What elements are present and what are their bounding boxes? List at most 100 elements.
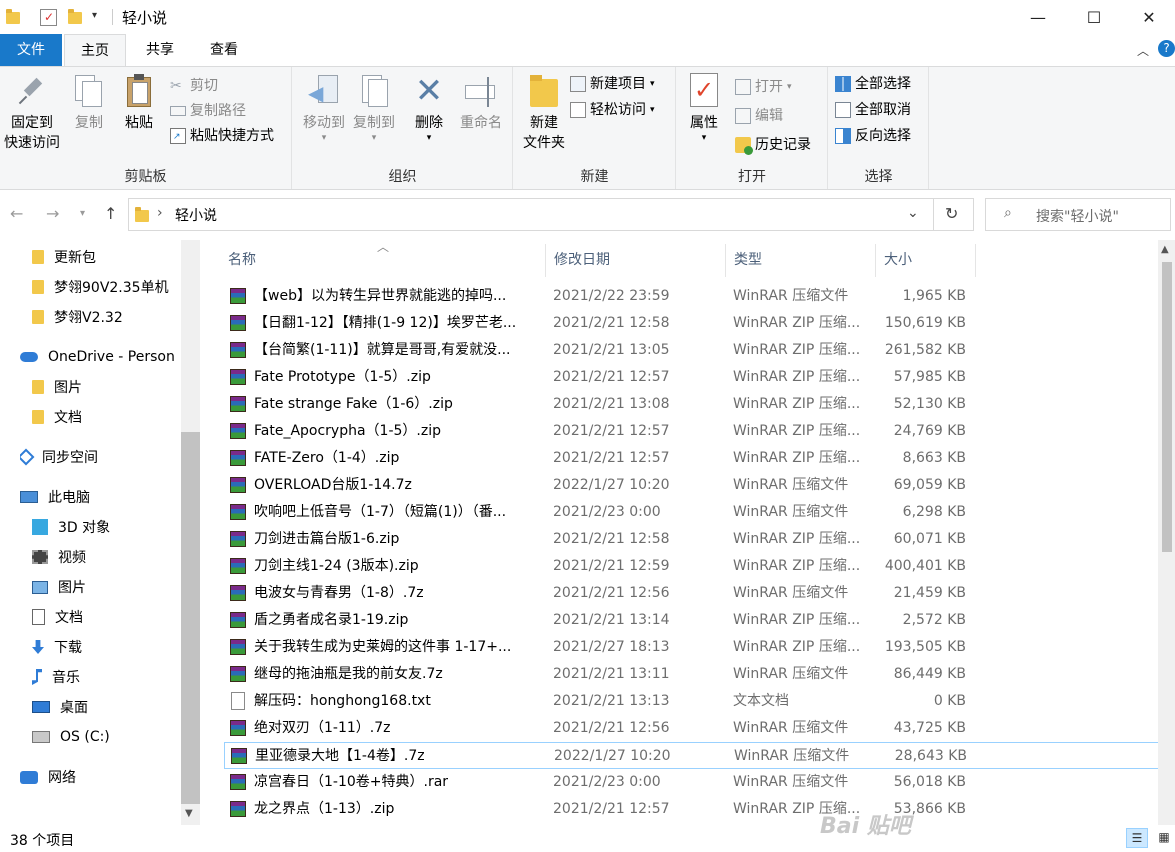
breadcrumb[interactable]: 轻小说: [175, 205, 217, 225]
nav-item[interactable]: 同步空间: [20, 442, 200, 472]
cut-button[interactable]: ✂ 剪切: [170, 74, 218, 98]
back-arrow-icon[interactable]: ←: [10, 204, 23, 223]
file-list-scroll-up-icon[interactable]: ▲: [1161, 244, 1169, 255]
item-count: 38 个项目: [10, 833, 75, 849]
recent-locations-chevron-icon[interactable]: ▾: [80, 208, 85, 219]
nav-item[interactable]: OneDrive - Person: [20, 342, 200, 372]
nav-scroll-down-icon[interactable]: ▼: [185, 808, 193, 819]
file-size: 43,725 KB: [893, 720, 966, 736]
search-input[interactable]: 搜索"轻小说": [1036, 206, 1119, 226]
select-none-icon: [835, 102, 851, 118]
file-row[interactable]: Fate Prototype（1-5）.zip 2021/2/21 12:57 Wi…: [224, 364, 1171, 391]
file-row[interactable]: 刀剑进击篇台版1-6.zip 2021/2/21 12:58 WinRAR ZIP …: [224, 526, 1171, 553]
copy-to-chevron-icon: ▾: [371, 133, 377, 143]
file-type: WinRAR ZIP 压缩...: [733, 450, 861, 466]
address-box[interactable]: › 轻小说 ⌄ ↻: [128, 198, 974, 231]
file-row[interactable]: Fate_Apocrypha（1-5）.zip 2021/2/21 12:57 Wi…: [224, 418, 1171, 445]
easy-access-button[interactable]: 轻松访问 ▾: [570, 98, 655, 122]
file-date: 2021/2/21 12:56: [553, 585, 670, 601]
column-header-type[interactable]: 类型: [726, 244, 876, 277]
file-row[interactable]: 凉宫春日（1-10卷+特典）.rar 2021/2/23 0:00 WinRAR 压…: [224, 769, 1171, 796]
nav-item-label: 文档: [55, 610, 83, 626]
file-name: 盾之勇者成名录1-19.zip: [254, 612, 409, 628]
file-row[interactable]: 吹响吧上低音号（1-7）（短篇(1)）（番... 2021/2/23 0:00 Wi…: [224, 499, 1171, 526]
rename-button[interactable]: 重命名: [453, 73, 509, 133]
forward-arrow-icon[interactable]: →: [46, 204, 59, 223]
history-button[interactable]: 历史记录: [735, 133, 811, 157]
tab-home[interactable]: 主页: [64, 34, 126, 67]
up-arrow-icon[interactable]: ↑: [104, 204, 117, 223]
move-to-button[interactable]: ◀ 移动到 ▾: [297, 73, 351, 143]
edit-button[interactable]: 编辑: [735, 104, 783, 128]
open-icon: [735, 79, 751, 95]
file-date: 2021/2/21 12:57: [553, 423, 670, 439]
nav-item[interactable]: 网络: [20, 762, 200, 792]
file-row[interactable]: 刀剑主线1-24 (3版本).zip 2021/2/21 12:59 WinRAR …: [224, 553, 1171, 580]
folder-icon: [32, 280, 44, 294]
search-box[interactable]: ⌕ 搜索"轻小说": [985, 198, 1171, 231]
select-none-button[interactable]: 全部取消: [835, 98, 911, 122]
file-row[interactable]: 龙之界点（1-13）.zip 2021/2/21 12:57 WinRAR ZIP …: [224, 796, 1171, 823]
nav-item-label: 音乐: [52, 670, 80, 686]
open-chevron-icon: ▾: [787, 82, 792, 92]
open-button[interactable]: 打开 ▾: [735, 75, 792, 99]
properties-button[interactable]: ✓ 属性 ▾: [679, 73, 729, 143]
new-folder-button[interactable]: 新建 文件夹: [518, 73, 570, 153]
address-dropdown-chevron-icon[interactable]: ⌄: [907, 205, 919, 221]
new-folder-quick-icon[interactable]: [68, 9, 82, 24]
properties-quick-icon[interactable]: ✓: [40, 9, 57, 26]
file-row[interactable]: Fate strange Fake（1-6）.zip 2021/2/21 13:0…: [224, 391, 1171, 418]
file-size: 57,985 KB: [893, 369, 966, 385]
file-row[interactable]: 里亚德录大地【1-4卷】.7z 2022/1/27 10:20 WinRAR 压缩文…: [224, 742, 1171, 769]
winrar-archive-icon: [230, 504, 246, 520]
invert-selection-label: 反向选择: [855, 128, 911, 144]
tab-view[interactable]: 查看: [194, 34, 254, 66]
invert-selection-button[interactable]: 反向选择: [835, 124, 911, 148]
clipboard-group: 固定到 快速访问 复制 粘贴 ✂ 剪切 复制路径 ↗ 粘贴快捷方式 剪贴板: [0, 67, 292, 189]
document-icon: [32, 609, 45, 625]
customize-toolbar-chevron-icon[interactable]: ▾: [92, 10, 97, 21]
file-row[interactable]: OVERLOAD台版1-14.7z 2022/1/27 10:20 WinRAR 压…: [224, 472, 1171, 499]
tab-share[interactable]: 共享: [130, 34, 190, 66]
copy-path-button[interactable]: 复制路径: [170, 99, 246, 123]
file-type: WinRAR ZIP 压缩...: [733, 315, 861, 331]
collapse-ribbon-icon[interactable]: ︿: [1137, 42, 1149, 59]
file-row[interactable]: 绝对双刃（1-11）.7z 2021/2/21 12:56 WinRAR 压缩文件 4…: [224, 715, 1171, 742]
nav-item-label: 3D 对象: [58, 520, 111, 536]
file-row[interactable]: FATE-Zero（1-4）.zip 2021/2/21 12:57 WinRAR …: [224, 445, 1171, 472]
refresh-icon[interactable]: ↻: [945, 204, 958, 223]
file-row[interactable]: 电波女与青春男（1-8）.7z 2021/2/21 12:56 WinRAR 压缩文…: [224, 580, 1171, 607]
pin-quick-access-button[interactable]: 固定到 快速访问: [0, 73, 64, 153]
winrar-archive-icon: [230, 288, 246, 304]
file-row[interactable]: 【台简繁(1-11)】就算是哥哥,有爱就没... 2021/2/21 13:05 W…: [224, 337, 1171, 364]
close-button[interactable]: ✕: [1126, 0, 1172, 34]
column-header-size[interactable]: 大小: [876, 244, 976, 277]
delete-button[interactable]: ✕ 删除 ▾: [407, 73, 451, 143]
file-row[interactable]: 【日翻1-12】【精排(1-9 12)】埃罗芒老... 2021/2/21 12:…: [224, 310, 1171, 337]
tab-file[interactable]: 文件: [0, 34, 62, 66]
file-size: 24,769 KB: [893, 423, 966, 439]
file-row[interactable]: 继母的拖油瓶是我的前女友.7z 2021/2/21 13:11 WinRAR 压缩文…: [224, 661, 1171, 688]
paste-shortcut-label: 粘贴快捷方式: [190, 128, 274, 144]
copy-button[interactable]: 复制: [68, 73, 110, 133]
maximize-button[interactable]: ☐: [1071, 0, 1117, 34]
copy-to-button[interactable]: 复制到 ▾: [349, 73, 399, 143]
paste-button[interactable]: 粘贴: [116, 73, 162, 133]
file-list-scrollbar-thumb[interactable]: [1162, 262, 1172, 552]
new-item-button[interactable]: 新建项目 ▾: [570, 72, 655, 96]
nav-item[interactable]: 此电脑: [20, 482, 200, 512]
select-all-button[interactable]: 全部选择: [835, 72, 911, 96]
file-row[interactable]: 关于我转生成为史莱姆的这件事 1-17+... 2021/2/27 18:13 Wi…: [224, 634, 1171, 661]
nav-scrollbar-thumb[interactable]: [181, 432, 200, 804]
large-icons-view-icon[interactable]: ▦: [1154, 828, 1174, 848]
details-view-icon[interactable]: ☰: [1126, 828, 1148, 848]
paste-shortcut-button[interactable]: ↗ 粘贴快捷方式: [170, 124, 274, 148]
file-row[interactable]: 解压码：honghong168.txt 2021/2/21 13:13 文本文档 0 …: [224, 688, 1171, 715]
file-row[interactable]: 盾之勇者成名录1-19.zip 2021/2/21 13:14 WinRAR ZIP…: [224, 607, 1171, 634]
file-date: 2021/2/21 13:05: [553, 342, 670, 358]
file-row[interactable]: 【web】以为转生异世界就能逃的掉吗... 2021/2/22 23:59 WinR…: [224, 283, 1171, 310]
minimize-button[interactable]: —: [1015, 0, 1061, 34]
column-header-name[interactable]: 名称: [220, 244, 546, 277]
column-header-date[interactable]: 修改日期: [546, 244, 726, 277]
help-icon[interactable]: ?: [1158, 40, 1175, 57]
